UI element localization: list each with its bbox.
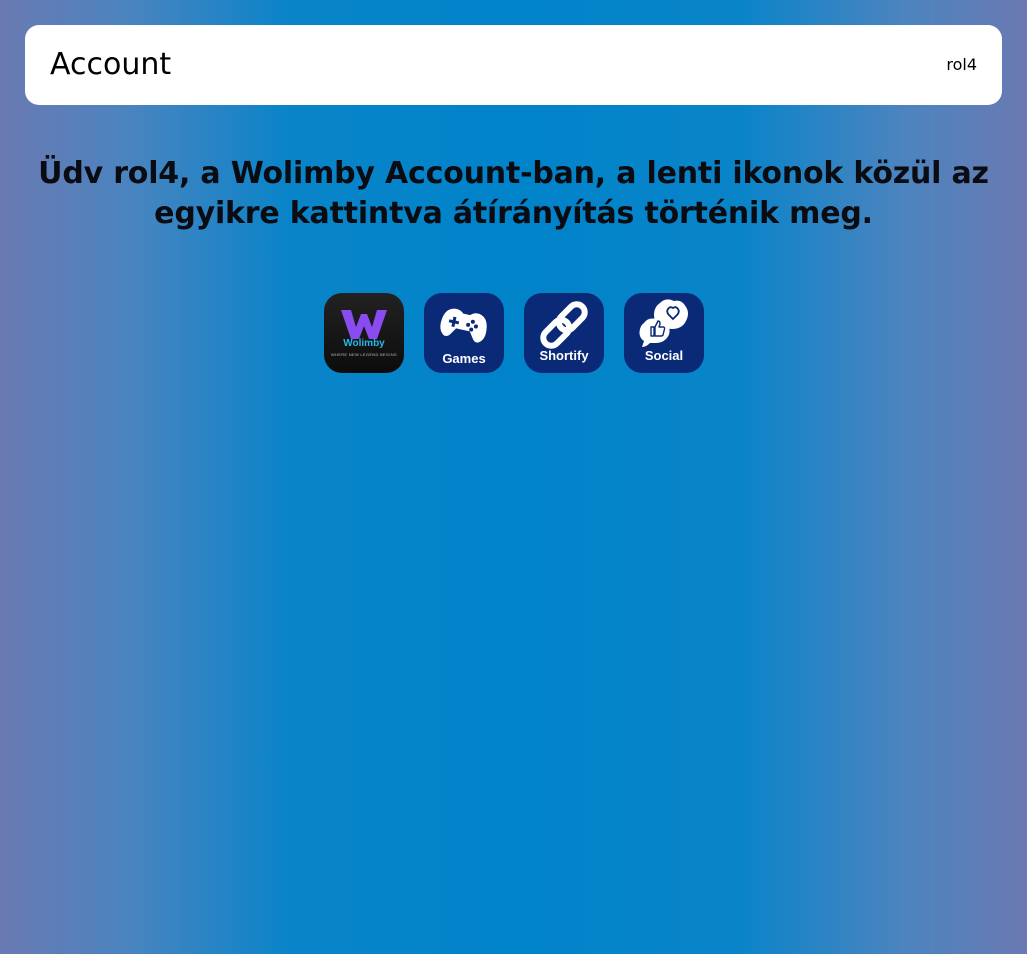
games-app-button[interactable]: Games [424,293,504,373]
username-label[interactable]: rol4 [946,55,977,75]
welcome-message: Üdv rol4, a Wolimby Account-ban, a lenti… [38,156,989,231]
account-header: Account rol4 [25,25,1002,105]
app-icons-row: Wolimby WHERE NEW LEGEND BEGINS Games Sh… [324,293,704,373]
wolimby-app-label: Wolimby [343,338,385,349]
social-app-button[interactable]: Social [624,293,704,373]
social-app-label: Social [644,348,684,363]
wolimby-logo-icon [341,310,387,339]
shortify-app-label: Shortify [539,348,589,363]
page-title: Account [50,47,172,82]
wolimby-app-button[interactable]: Wolimby WHERE NEW LEGEND BEGINS [324,293,404,373]
wolimby-tagline: WHERE NEW LEGEND BEGINS [330,352,398,357]
games-app-label: Games [442,351,486,366]
shortify-app-button[interactable]: Shortify [524,293,604,373]
